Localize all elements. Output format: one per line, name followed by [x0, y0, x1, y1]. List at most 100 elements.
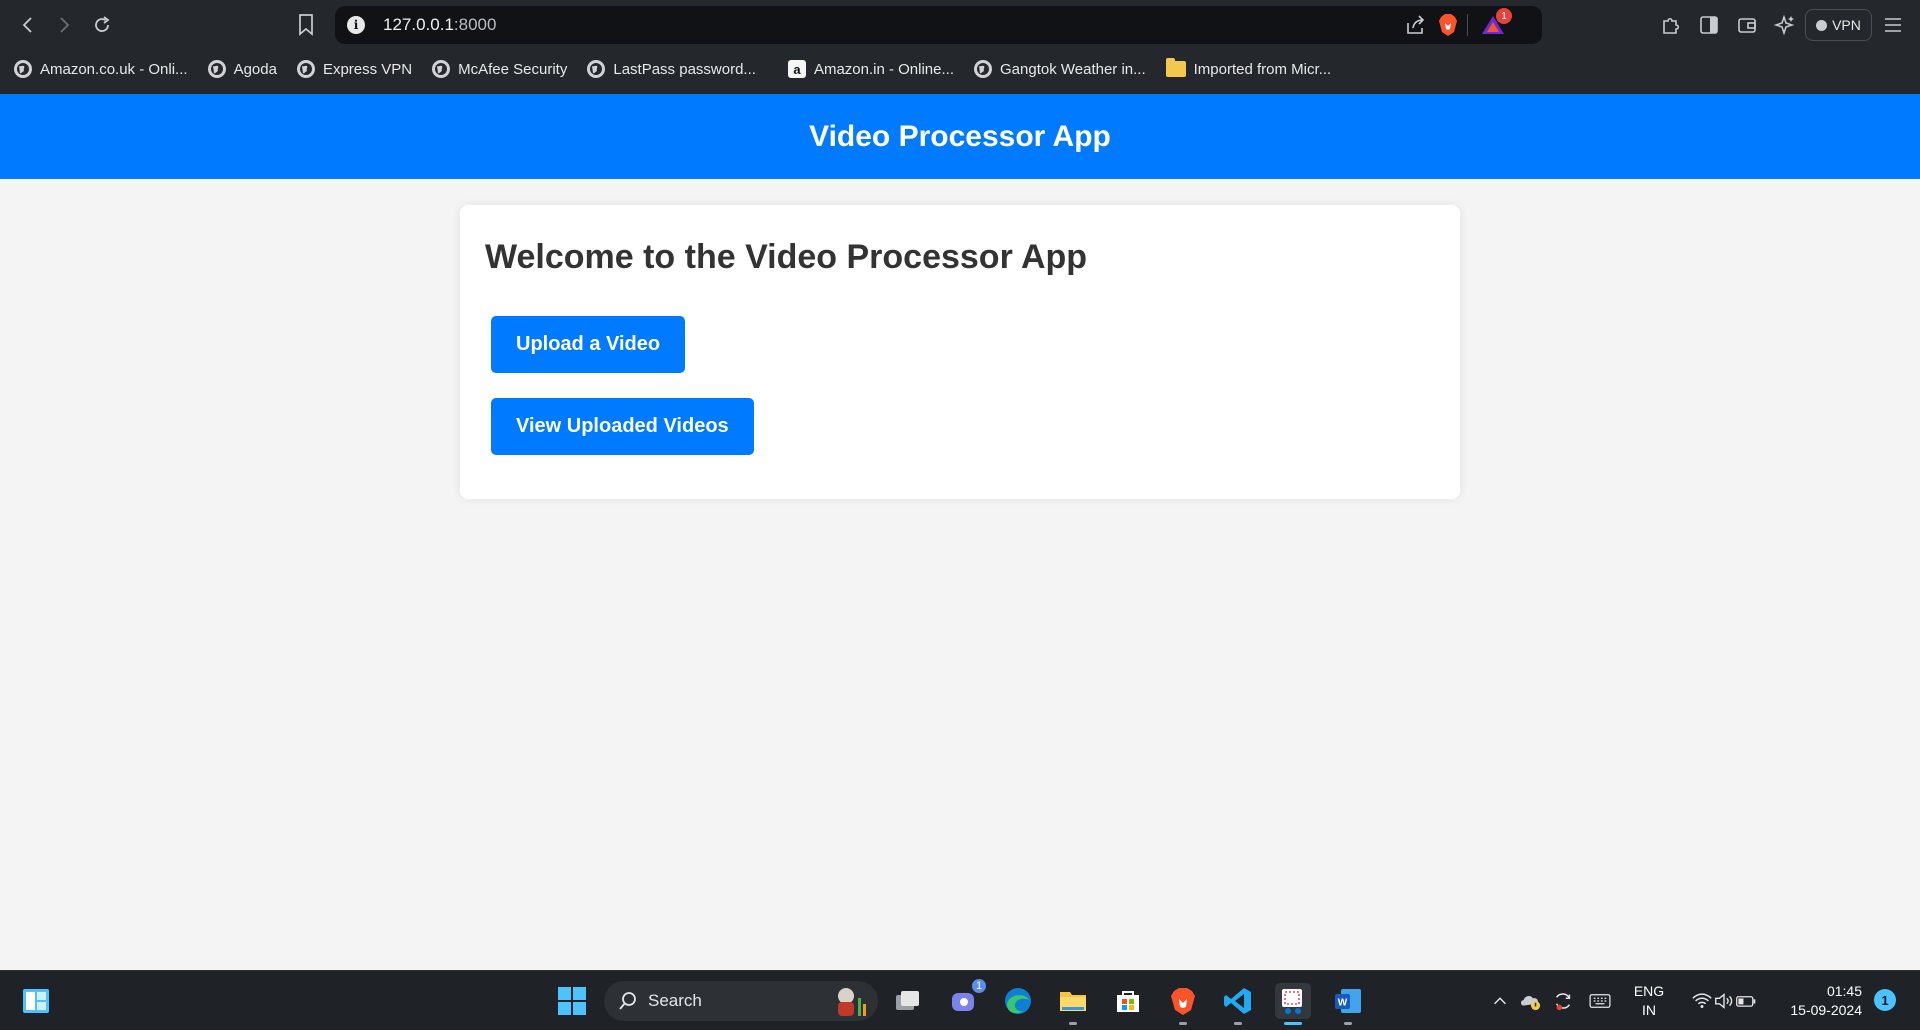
running-indicator	[1179, 1022, 1187, 1025]
rewards-badge: 1	[1496, 8, 1512, 24]
taskbar-search[interactable]: Search	[604, 981, 878, 1021]
vpn-button[interactable]: VPN	[1805, 9, 1872, 41]
url-text[interactable]: 127.0.0.1:8000	[383, 15, 496, 35]
edge-app[interactable]	[1000, 983, 1036, 1019]
site-info-icon[interactable]: i	[347, 16, 365, 34]
taskbar: Search 1 W ENG IN 01:45 15-09-2024 1	[0, 970, 1920, 1030]
bookmark-item[interactable]: Amazon.co.uk - Onli...	[14, 60, 188, 78]
share-icon	[1407, 15, 1425, 34]
clock[interactable]: 01:45 15-09-2024	[1774, 982, 1862, 1020]
store-bag-icon	[1117, 991, 1139, 1012]
widgets-icon	[23, 989, 49, 1013]
url-port: :8000	[453, 15, 497, 34]
sidebar-icon	[1700, 16, 1718, 34]
upload-video-button[interactable]: Upload a Video	[491, 316, 686, 373]
keyboard-icon	[1589, 994, 1611, 1008]
quick-settings-button[interactable]	[1684, 983, 1764, 1019]
battery-icon	[1736, 996, 1756, 1007]
start-button[interactable]	[554, 983, 590, 1019]
bookmark-item[interactable]: Express VPN	[296, 60, 413, 78]
bookmark-item[interactable]: Gangtok Weather in...	[974, 60, 1146, 78]
welcome-heading: Welcome to the Video Processor App	[485, 238, 1088, 276]
reload-icon	[95, 16, 110, 32]
hamburger-menu-icon	[1885, 18, 1901, 32]
bookmark-label: McAfee Security	[458, 60, 568, 78]
leo-ai-button[interactable]	[1773, 14, 1796, 36]
notification-center-button[interactable]: 1	[1874, 989, 1896, 1011]
widgets-button[interactable]	[18, 983, 54, 1019]
onedrive-tray[interactable]	[1518, 983, 1544, 1019]
address-bar[interactable]: i 127.0.0.1:8000 1	[335, 6, 1542, 44]
share-button[interactable]	[1405, 14, 1427, 36]
bookmarks-bar: Amazon.co.uk - Onli... Agoda Express VPN…	[0, 54, 1920, 84]
brave-rewards-button[interactable]: 1	[1480, 8, 1512, 36]
bookmark-item[interactable]: LastPass password...	[587, 60, 756, 78]
input-language-indicator[interactable]: ENG IN	[1626, 982, 1672, 1020]
running-indicator	[1344, 1022, 1352, 1025]
brave-shields-button[interactable]	[1437, 14, 1459, 36]
globe-icon	[432, 60, 451, 78]
main-menu-button[interactable]	[1882, 14, 1904, 36]
vscode-app[interactable]	[1220, 983, 1256, 1025]
globe-icon	[296, 60, 315, 78]
running-indicator	[1234, 1022, 1242, 1025]
touch-keyboard-tray[interactable]	[1586, 983, 1614, 1019]
folder-icon	[1060, 992, 1086, 1011]
browser-toolbar: i 127.0.0.1:8000 1 VPN	[0, 0, 1920, 50]
vpn-status-icon	[1816, 19, 1828, 31]
omnibox-divider	[1467, 14, 1468, 36]
file-explorer-app[interactable]	[1055, 983, 1091, 1025]
wallet-button[interactable]	[1736, 14, 1758, 36]
word-icon: W	[1335, 989, 1361, 1013]
browser-chrome: i 127.0.0.1:8000 1 VPN Amazon.co.uk - On…	[0, 0, 1920, 94]
bookmark-page-button[interactable]	[296, 13, 316, 37]
bookmark-label: LastPass password...	[613, 60, 756, 78]
task-view-button[interactable]	[890, 983, 926, 1019]
svg-text:W: W	[1338, 998, 1348, 1009]
search-highlight-icon	[838, 988, 866, 1016]
microsoft-store-app[interactable]	[1110, 983, 1146, 1019]
vscode-icon	[1224, 988, 1251, 1014]
bookmark-label: Imported from Micr...	[1193, 60, 1332, 78]
amazon-icon: a	[787, 60, 806, 78]
teams-badge: 1	[970, 977, 988, 995]
sidebar-toggle-button[interactable]	[1698, 14, 1720, 36]
bookmark-folder[interactable]: Imported from Micr...	[1165, 58, 1332, 78]
bookmark-label: Agoda	[233, 60, 277, 78]
extensions-button[interactable]	[1660, 14, 1682, 36]
chevron-left-icon	[22, 17, 32, 33]
bookmark-item[interactable]: Agoda	[207, 60, 277, 78]
view-uploaded-videos-button[interactable]: View Uploaded Videos	[491, 398, 754, 455]
chevron-up-icon	[1494, 997, 1506, 1005]
teams-app[interactable]: 1	[946, 977, 988, 1019]
running-indicator	[1069, 1022, 1077, 1025]
forward-button[interactable]	[52, 13, 76, 37]
wallet-icon	[1738, 18, 1756, 33]
back-button[interactable]	[16, 13, 40, 37]
bookmark-label: Gangtok Weather in...	[1000, 60, 1146, 78]
brave-lion-icon	[1171, 988, 1195, 1015]
app-title: Video Processor App	[809, 119, 1111, 153]
sync-tray[interactable]	[1550, 983, 1576, 1019]
chevron-right-icon	[60, 17, 70, 33]
bookmark-label: Express VPN	[322, 60, 413, 78]
bookmark-icon	[299, 14, 313, 36]
snipping-tool-app[interactable]	[1275, 983, 1311, 1025]
show-hidden-icons-button[interactable]	[1488, 983, 1512, 1019]
word-app[interactable]: W	[1330, 983, 1366, 1025]
task-view-icon	[896, 991, 919, 1010]
reload-button[interactable]	[90, 13, 114, 37]
globe-icon	[587, 60, 606, 78]
url-host: 127.0.0.1	[383, 15, 454, 34]
brave-app[interactable]	[1165, 983, 1201, 1025]
bookmark-item[interactable]: a Amazon.in - Online...	[787, 60, 954, 78]
bookmark-label: Amazon.co.uk - Onli...	[40, 60, 188, 78]
bookmark-item[interactable]: McAfee Security	[432, 60, 567, 78]
welcome-card: Welcome to the Video Processor App Uploa…	[460, 205, 1460, 499]
search-label: Search	[648, 991, 702, 1010]
web-page: Video Processor App Welcome to the Video…	[0, 94, 1920, 970]
app-header: Video Processor App	[0, 94, 1920, 179]
snipping-tool-icon	[1282, 989, 1302, 1014]
cloud-warning-icon	[1521, 996, 1541, 1011]
region-code: IN	[1642, 1002, 1656, 1018]
